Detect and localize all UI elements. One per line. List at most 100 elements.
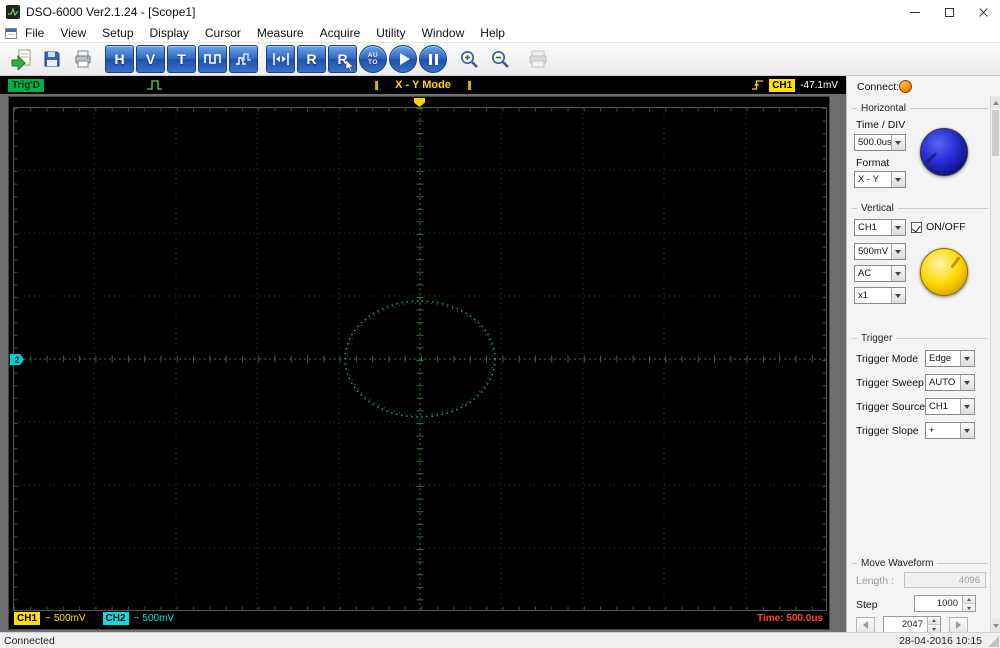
channel-onoff-checkbox[interactable] [911,222,922,233]
trigger-slope-select[interactable]: + [925,422,975,439]
trigger-source-select[interactable]: CH1 [925,398,975,415]
chevron-down-icon[interactable] [891,220,905,235]
menu-file[interactable]: File [17,26,52,40]
mode-left-tick-icon [375,80,379,90]
menu-cursor[interactable]: Cursor [197,26,249,40]
connection-status: Connected [4,634,55,647]
menu-setup[interactable]: Setup [94,26,141,40]
spin-down-icon[interactable] [963,604,975,611]
zoom-in-button[interactable] [455,45,484,73]
chevron-down-icon[interactable] [891,244,905,259]
record-button[interactable]: R [297,45,326,73]
run-button[interactable] [389,45,417,73]
print-button[interactable] [68,45,97,73]
horizontal-settings-button[interactable]: H [105,45,134,73]
replay-button[interactable]: R [328,45,357,73]
expand-horizontal-icon [272,53,289,65]
spin-down-icon[interactable] [928,625,940,632]
trigger-settings-button[interactable]: T [167,45,196,73]
channel-select[interactable]: CH1 [854,219,906,236]
format-select[interactable]: X - Y [854,171,906,188]
maximize-button[interactable] [932,0,966,24]
volts-div-value: 500mV [858,246,889,257]
position-value: 2047 [901,619,923,630]
chevron-down-icon[interactable] [960,351,974,366]
chevron-down-icon[interactable] [891,135,905,150]
step-spinner[interactable]: 1000 [914,595,976,612]
trigger-mode-select[interactable]: Edge [925,350,975,367]
menu-measure[interactable]: Measure [249,26,312,40]
spin-up-icon[interactable] [963,596,975,604]
horizontal-knob[interactable] [920,128,968,176]
scroll-down-button[interactable] [991,619,1000,632]
trigger-sweep-select[interactable]: AUTO [925,374,975,391]
probe-select[interactable]: x1 [854,287,906,304]
menu-help[interactable]: Help [472,26,513,40]
print-preview-button[interactable] [523,45,552,73]
move-left-button[interactable] [856,617,875,633]
autoset-button[interactable]: AU TO [359,45,387,73]
time-div-label: Time / DIV [856,119,906,131]
probe-value: x1 [858,290,869,301]
chevron-down-icon[interactable] [960,375,974,390]
open-button[interactable] [6,45,35,73]
chevron-down-icon[interactable] [891,288,905,303]
fit-screen-button[interactable] [266,45,295,73]
panel-scrollbar[interactable] [990,96,1000,632]
mode-right-tick-icon [467,80,471,90]
time-div-select[interactable]: 500.0us [854,134,906,151]
ch2-badge: CH2 [102,612,129,625]
titlebar: DSO-6000 Ver2.1.24 - [Scope1] [0,0,1000,24]
connect-indicator[interactable] [899,80,912,93]
trigger-source-badge: CH1 [769,78,796,92]
square-wave-icon [203,54,221,64]
trigger-sweep-value: AUTO [929,377,956,388]
resize-grip-icon[interactable] [988,636,999,647]
menu-utility[interactable]: Utility [368,26,413,40]
display-mode-indicator: X - Y Mode [358,79,488,91]
coupling-select[interactable]: AC [854,265,906,282]
save-button[interactable] [37,45,66,73]
chevron-down-icon[interactable] [960,399,974,414]
menu-view[interactable]: View [52,26,94,40]
move-right-button[interactable] [949,617,968,633]
format-value: X - Y [858,174,879,185]
pulse-wave-icon [146,80,162,90]
zoom-in-icon [461,50,478,68]
menu-display[interactable]: Display [142,26,197,40]
spin-up-icon[interactable] [928,617,940,625]
length-value: 4096 [958,574,980,586]
menu-window[interactable]: Window [414,26,473,40]
scroll-up-button[interactable] [991,96,1000,109]
volts-div-select[interactable]: 500mV [854,243,906,260]
section-title: Move Waveform [861,557,934,569]
zoom-out-button[interactable] [486,45,515,73]
onoff-label: ON/OFF [926,221,966,233]
chevron-down-icon[interactable] [891,266,905,281]
waveform-mode-button[interactable] [198,45,227,73]
chevron-down-icon[interactable] [960,423,974,438]
format-label: Format [856,157,890,169]
document-icon[interactable] [5,27,17,39]
pause-button[interactable] [419,45,447,73]
length-field: 4096 [904,572,986,588]
vertical-settings-button[interactable]: V [136,45,165,73]
chevron-down-icon[interactable] [891,172,905,187]
trigger-position-marker[interactable] [414,98,425,107]
trigger-sweep-label: Trigger Sweep [856,377,924,389]
scrollbar-thumb[interactable] [992,110,999,156]
trigger-mode-label: Trigger Mode [856,353,919,365]
menubar: File View Setup Display Cursor Measure A… [0,24,1000,42]
trigger-slope-label: Trigger Slope [856,425,919,437]
trigger-slope-value: + [929,425,935,436]
waveform-compare-button[interactable] [229,45,258,73]
ch2-scale-readout: ~500mV [133,613,175,624]
step-value: 1000 [936,598,958,609]
menu-acquire[interactable]: Acquire [312,26,369,40]
position-spinner[interactable]: 2047 [883,616,941,633]
close-button[interactable] [966,0,1000,24]
minimize-button[interactable] [898,0,932,24]
cursor-icon [345,60,354,71]
vertical-knob[interactable] [920,248,968,296]
toolbar: H V T R R AU TO [0,42,1000,76]
